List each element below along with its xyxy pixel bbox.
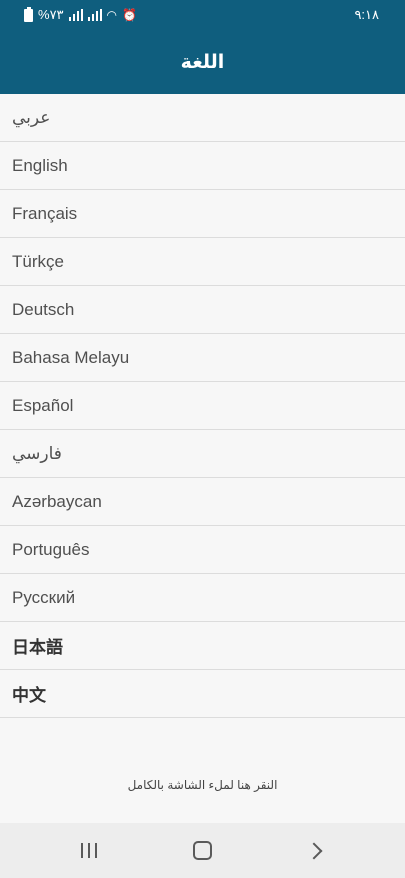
- language-item-arabic[interactable]: عربي: [0, 94, 405, 142]
- battery-icon: [24, 6, 33, 22]
- language-label: Русский: [12, 587, 76, 607]
- language-item-russian[interactable]: Русский: [0, 574, 405, 622]
- back-button[interactable]: [286, 823, 346, 878]
- fullscreen-link[interactable]: النقر هنا لملء الشاشة بالكامل: [0, 778, 405, 792]
- language-item-azerbaijani[interactable]: Azərbaycan: [0, 478, 405, 526]
- language-item-turkish[interactable]: Türkçe: [0, 238, 405, 286]
- language-item-german[interactable]: Deutsch: [0, 286, 405, 334]
- language-label: English: [12, 155, 68, 175]
- language-label: فارسي: [12, 443, 62, 463]
- battery-percentage: %٧٣: [38, 7, 64, 22]
- language-item-french[interactable]: Français: [0, 190, 405, 238]
- language-label: Türkçe: [12, 251, 64, 271]
- language-item-malay[interactable]: Bahasa Melayu: [0, 334, 405, 382]
- language-label: Português: [12, 539, 90, 559]
- language-item-portuguese[interactable]: Português: [0, 526, 405, 574]
- alarm-icon: ⏰: [122, 8, 137, 22]
- signal-icon: [68, 9, 83, 21]
- wifi-icon: ◠: [106, 8, 118, 22]
- language-item-english[interactable]: English: [0, 142, 405, 190]
- recents-icon: [81, 843, 97, 858]
- language-label: Bahasa Melayu: [12, 347, 130, 367]
- language-label: Deutsch: [12, 299, 75, 319]
- language-item-spanish[interactable]: Español: [0, 382, 405, 430]
- home-button[interactable]: [172, 823, 232, 878]
- back-icon: [305, 842, 323, 859]
- language-label: 中文: [12, 686, 46, 705]
- language-label: Français: [12, 203, 78, 223]
- language-item-chinese[interactable]: 中文: [0, 670, 405, 718]
- language-list: عربي English Français Türkçe Deutsch Bah…: [0, 94, 405, 718]
- signal-icon: [87, 9, 102, 21]
- app-header: اللغة: [0, 30, 405, 94]
- language-item-japanese[interactable]: 日本語: [0, 622, 405, 670]
- language-label: عربي: [12, 107, 51, 127]
- language-label: Azərbaycan: [12, 491, 102, 511]
- status-bar: %٧٣ ◠ ⏰ ٩:١٨: [0, 0, 405, 30]
- language-label: 日本語: [12, 638, 63, 657]
- system-nav-bar: [0, 823, 405, 878]
- language-label: Español: [12, 395, 74, 415]
- clock: ٩:١٨: [354, 7, 379, 22]
- home-icon: [192, 841, 212, 860]
- recents-button[interactable]: [59, 823, 119, 878]
- page-title: اللغة: [180, 51, 225, 73]
- status-icons: %٧٣ ◠ ⏰: [24, 6, 137, 23]
- language-item-persian[interactable]: فارسي: [0, 430, 405, 478]
